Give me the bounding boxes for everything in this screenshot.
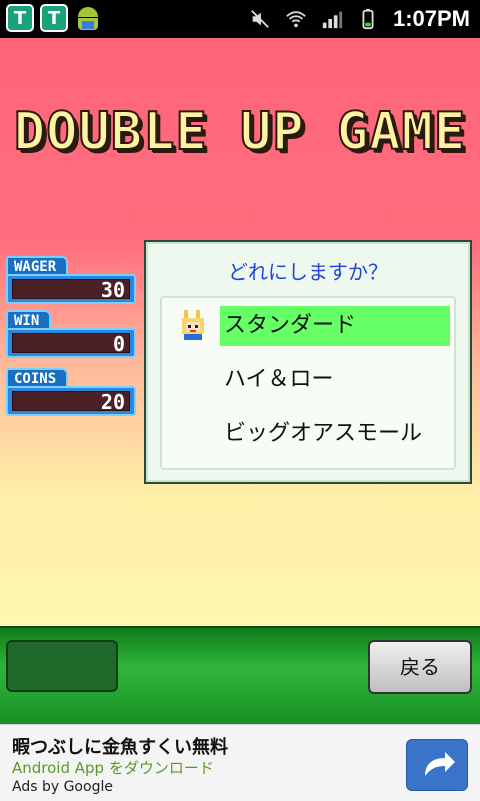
option-big-or-small[interactable]: ビッグオアスモール [220,414,450,454]
ad-open-button[interactable] [406,739,468,791]
game-title: DOUBLE UP GAME [13,101,467,163]
character-cursor-icon [182,310,204,340]
ad-attribution: Ads by Google [12,779,113,795]
notification-icons: T T [6,4,102,32]
game-mode-menu: どれにしますか？ スタンダード ハイ＆ロー ビッグオアスモール [144,240,472,484]
status-bar: T T 1:07PM [0,0,480,38]
game-area: DOUBLE UP GAME WAGER 30 WIN 0 COINS 20 ど… [0,38,480,626]
win-value: 0 [12,333,130,354]
option-standard[interactable]: スタンダード [220,306,450,346]
coins-panel: COINS 20 [6,368,136,416]
wager-panel: WAGER 30 [6,256,136,304]
signal-icon [322,11,343,29]
win-label: WIN [6,310,52,330]
coins-value: 20 [12,391,130,412]
clock: 1:07PM [392,6,470,31]
wager-value: 30 [12,279,130,300]
wager-label: WAGER [6,256,69,276]
coins-label: COINS [6,368,69,388]
wifi-icon [286,11,306,28]
arrow-icon [425,752,455,776]
back-button[interactable]: 戻る [368,640,472,694]
ad-headline[interactable]: 暇つぶしに金魚すくい無料 [12,733,228,759]
menu-question: どれにしますか？ [228,260,388,284]
empty-slot [6,640,118,692]
battery-icon [362,8,374,30]
t-shield-icon: T [40,4,68,32]
t-shield-icon: T [6,4,34,32]
win-panel: WIN 0 [6,310,136,358]
system-icons: 1:07PM [249,0,470,38]
ad-banner[interactable]: 暇つぶしに金魚すくい無料 Android App をダウンロード Ads by … [0,724,480,801]
option-high-low[interactable]: ハイ＆ロー [220,360,450,400]
mute-icon [251,10,269,28]
ad-subline[interactable]: Android App をダウンロード [12,757,214,778]
bottom-bar: 戻る [0,626,480,726]
android-icon [74,4,102,32]
menu-options: スタンダード ハイ＆ロー ビッグオアスモール [160,296,456,470]
